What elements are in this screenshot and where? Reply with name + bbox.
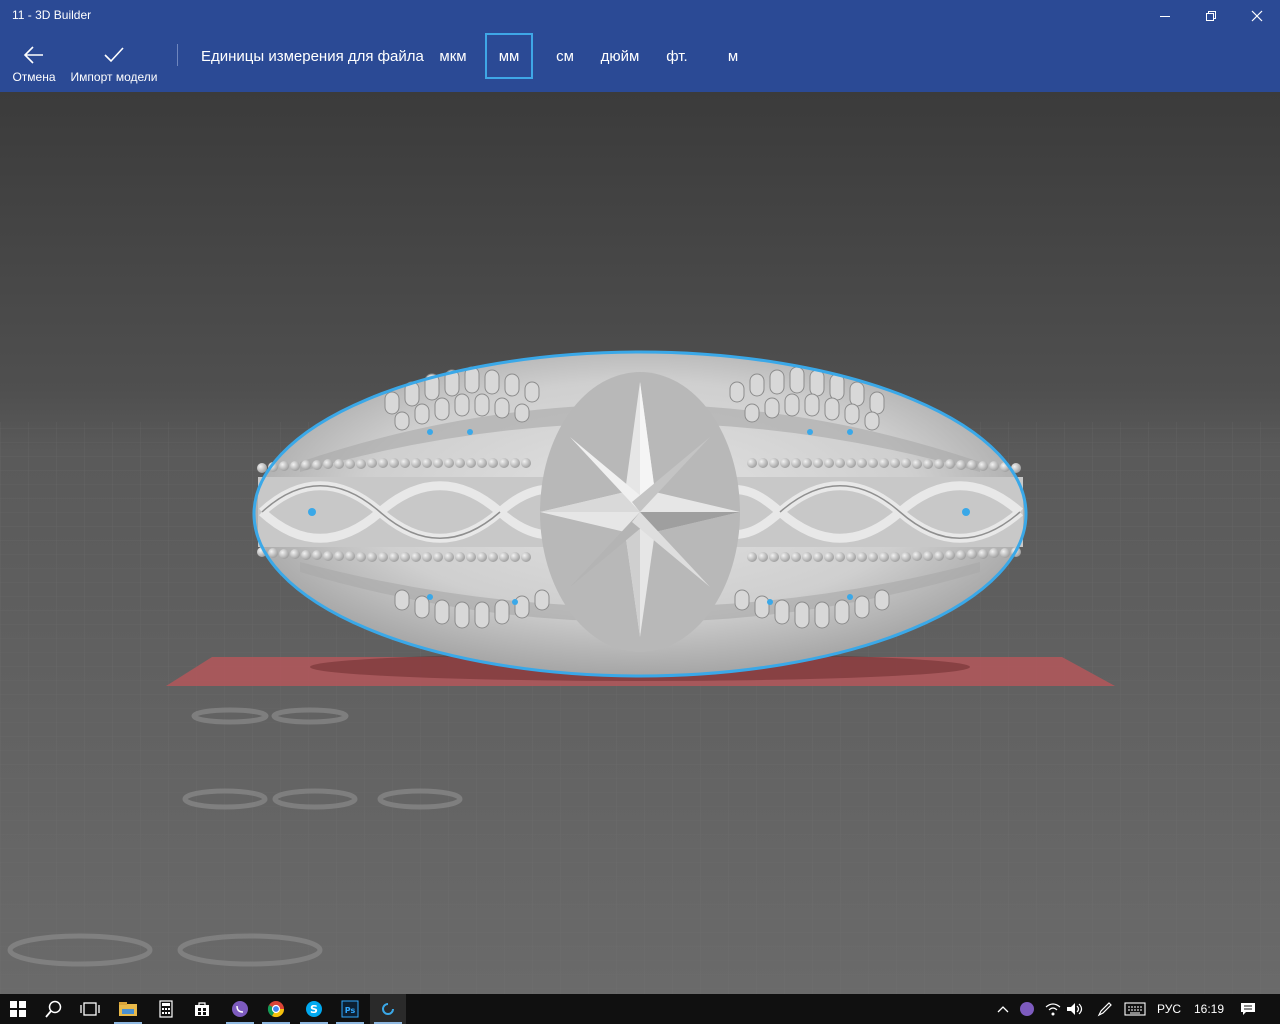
unit-option-foot[interactable]: фт.: [662, 33, 692, 79]
tray-network[interactable]: [1042, 994, 1064, 1024]
title-bar: 11 - 3D Builder: [0, 0, 1280, 32]
taskbar-viber[interactable]: [222, 994, 258, 1024]
viber-tray-icon: [1020, 1002, 1034, 1016]
tray-volume[interactable]: [1064, 994, 1086, 1024]
cancel-button[interactable]: Отмена: [6, 32, 62, 92]
unit-option-micrometer[interactable]: мкм: [435, 33, 471, 79]
checkmark-icon: [104, 47, 124, 63]
close-icon: [1251, 10, 1263, 22]
chevron-up-icon: [997, 1006, 1009, 1013]
task-view-icon: [80, 1002, 100, 1016]
taskbar-3d-builder[interactable]: [370, 994, 406, 1024]
action-center-button[interactable]: [1234, 994, 1262, 1024]
ring-model[interactable]: [252, 350, 1028, 678]
svg-text:S: S: [310, 1003, 318, 1016]
unit-option-inch[interactable]: дюйм: [597, 33, 643, 79]
wifi-icon: [1045, 1003, 1061, 1016]
unit-option-millimeter[interactable]: мм: [485, 33, 533, 79]
tray-viber[interactable]: [1016, 994, 1038, 1024]
import-toolbar: Отмена Импорт модели Единицы измерения д…: [0, 32, 1280, 92]
import-model-label: Импорт модели: [70, 70, 158, 84]
start-button[interactable]: [0, 994, 36, 1024]
tray-touch-keyboard[interactable]: [1122, 994, 1148, 1024]
svg-text:Ps: Ps: [345, 1006, 356, 1015]
minimize-button[interactable]: [1142, 0, 1188, 32]
taskbar-chrome[interactable]: [258, 994, 294, 1024]
taskbar-photoshop[interactable]: Ps: [332, 994, 368, 1024]
notification-icon: [1241, 1003, 1255, 1015]
input-language[interactable]: РУС: [1157, 1002, 1181, 1016]
calculator-icon: [159, 1000, 173, 1018]
minimize-icon: [1160, 16, 1170, 17]
toolbar-separator: [177, 44, 178, 66]
keyboard-icon: [1124, 1002, 1146, 1016]
task-view-button[interactable]: [72, 994, 108, 1024]
taskbar-calculator[interactable]: [148, 994, 184, 1024]
scene-canvas[interactable]: [0, 92, 1280, 994]
start-icon: [10, 1001, 26, 1017]
restore-button[interactable]: [1188, 0, 1234, 32]
3d-builder-icon: [382, 1003, 394, 1015]
skype-icon: S: [306, 1001, 322, 1017]
pen-icon: [1097, 1002, 1112, 1017]
store-icon: [195, 1002, 209, 1016]
import-model-button[interactable]: Импорт модели: [66, 32, 162, 92]
photoshop-icon: Ps: [341, 1000, 359, 1018]
taskbar-file-explorer[interactable]: [110, 994, 146, 1024]
taskbar-store[interactable]: [184, 994, 220, 1024]
close-button[interactable]: [1234, 0, 1280, 32]
cancel-label: Отмена: [12, 70, 56, 84]
taskbar-skype[interactable]: S: [296, 994, 332, 1024]
unit-option-meter[interactable]: м: [722, 33, 744, 79]
volume-icon: [1067, 1003, 1083, 1015]
windows-taskbar: S Ps РУС 16:19: [0, 994, 1280, 1024]
clock[interactable]: 16:19: [1194, 1002, 1224, 1016]
3d-viewport[interactable]: [0, 92, 1280, 994]
units-label: Единицы измерения для файла: [201, 48, 424, 65]
viber-icon: [232, 1001, 248, 1017]
search-button[interactable]: [36, 994, 72, 1024]
restore-icon: [1206, 11, 1216, 21]
file-explorer-icon: [119, 1002, 137, 1016]
window-title: 11 - 3D Builder: [12, 8, 92, 22]
search-icon: [45, 1000, 62, 1018]
chrome-icon: [267, 1001, 285, 1018]
unit-option-centimeter[interactable]: см: [549, 33, 581, 79]
tray-overflow-button[interactable]: [992, 994, 1014, 1024]
center-gem: [540, 372, 740, 652]
tray-pen[interactable]: [1094, 994, 1116, 1024]
back-arrow-icon: [23, 46, 43, 64]
